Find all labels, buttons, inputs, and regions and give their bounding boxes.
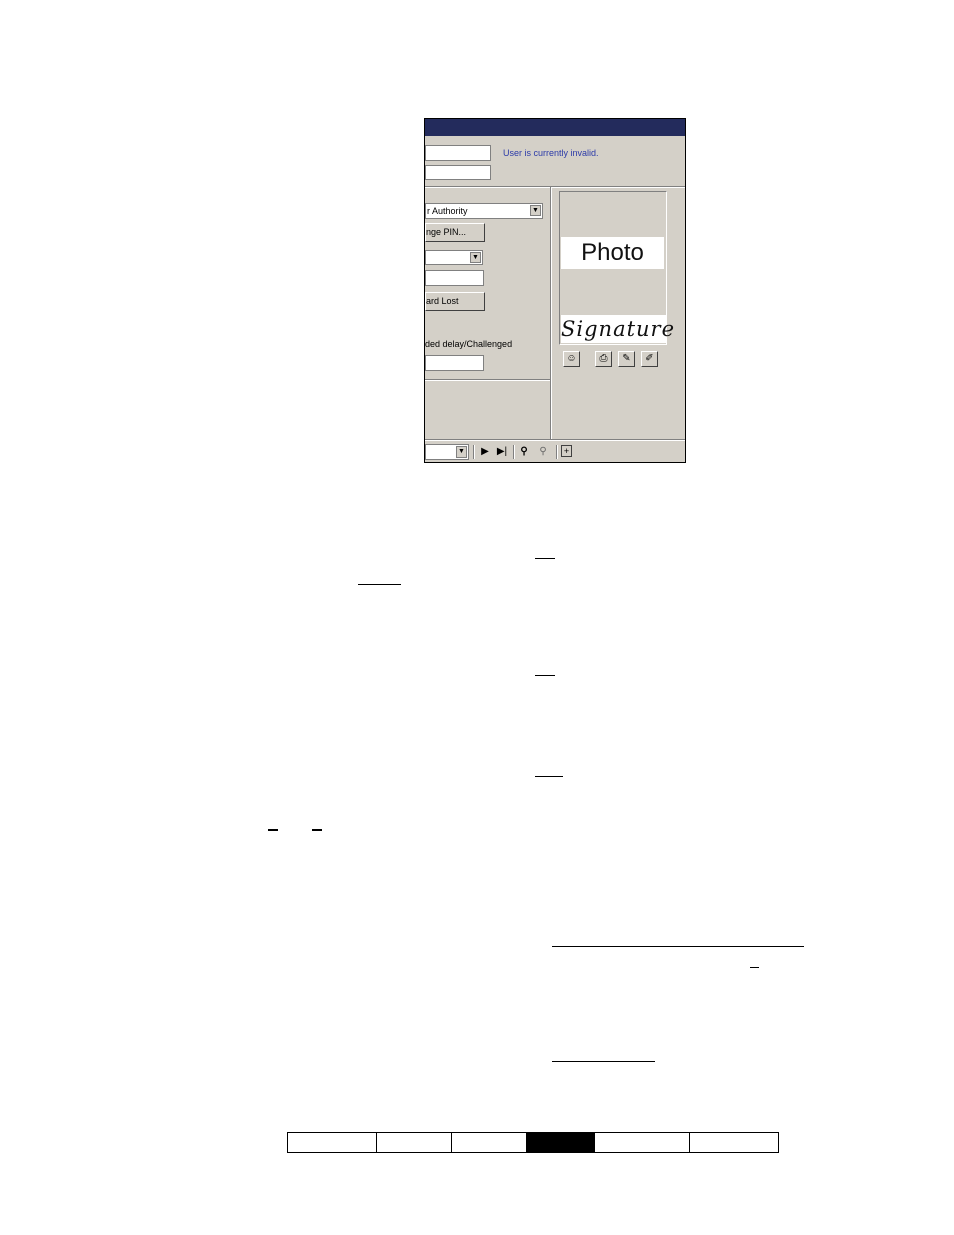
footer-nav-cell[interactable]: [288, 1133, 377, 1152]
dash-mark: [268, 829, 278, 831]
card-lost-button[interactable]: ard Lost: [425, 292, 485, 311]
edit-icon[interactable]: ✐: [641, 351, 658, 367]
last-record-icon[interactable]: ▶|: [495, 445, 509, 459]
status-message: User is currently invalid.: [503, 148, 599, 158]
underline-mark: [358, 584, 401, 585]
toolbar-separator: [473, 445, 475, 459]
footer-nav-cell-active[interactable]: [527, 1133, 595, 1152]
section-divider: [425, 186, 685, 188]
secondary-input[interactable]: [425, 270, 484, 286]
next-record-icon[interactable]: ▶: [478, 445, 492, 459]
panel-divider: [550, 187, 552, 439]
toolbar-divider: [425, 439, 685, 441]
signature-placeholder[interactable]: Signature: [561, 315, 674, 343]
change-pin-button[interactable]: nge PIN...: [425, 223, 485, 242]
underline-mark: [552, 946, 804, 947]
change-pin-label: nge PIN...: [426, 227, 467, 237]
dash-mark: [312, 829, 322, 831]
card-lost-label: ard Lost: [426, 296, 459, 306]
find-next-binoculars-icon[interactable]: ⚲: [536, 445, 550, 459]
secondary-dropdown[interactable]: ▼: [425, 250, 483, 265]
authority-dropdown-value: r Authority: [427, 206, 468, 216]
printer-icon[interactable]: ⎙: [595, 351, 612, 367]
user-name-input[interactable]: [425, 165, 491, 180]
underline-mark: [535, 776, 563, 777]
footer-nav-cell[interactable]: [690, 1133, 778, 1152]
delay-input[interactable]: [425, 355, 484, 371]
toolbar-separator: [556, 445, 558, 459]
title-bar: [425, 119, 685, 136]
footer-nav-cell[interactable]: [452, 1133, 527, 1152]
new-document-icon[interactable]: +: [561, 445, 572, 457]
underline-mark: [552, 1061, 655, 1062]
authority-dropdown[interactable]: r Authority ▼: [425, 203, 543, 219]
footer-nav-cell[interactable]: [595, 1133, 690, 1152]
footer-nav-cell[interactable]: [377, 1133, 452, 1152]
underline-mark: [535, 675, 555, 676]
delay-label: ded delay/Challenged: [425, 339, 513, 349]
user-id-input[interactable]: [425, 145, 491, 161]
binoculars-icon[interactable]: ⚲: [517, 445, 531, 459]
pen-icon[interactable]: ✎: [618, 351, 635, 367]
person-icon[interactable]: ☺: [563, 351, 580, 367]
chevron-down-icon[interactable]: ▼: [530, 205, 541, 216]
record-selector[interactable]: ▼: [425, 444, 469, 460]
chevron-down-icon[interactable]: ▼: [470, 252, 481, 263]
underline-mark: [750, 967, 759, 968]
chevron-down-icon[interactable]: ▼: [456, 446, 467, 458]
photo-placeholder[interactable]: Photo: [561, 237, 664, 269]
left-panel-divider: [425, 379, 550, 381]
dialog-screenshot: User is currently invalid. r Authority ▼…: [424, 118, 686, 463]
footer-nav-table: [287, 1132, 779, 1153]
toolbar-separator: [513, 445, 515, 459]
underline-mark: [535, 558, 555, 559]
